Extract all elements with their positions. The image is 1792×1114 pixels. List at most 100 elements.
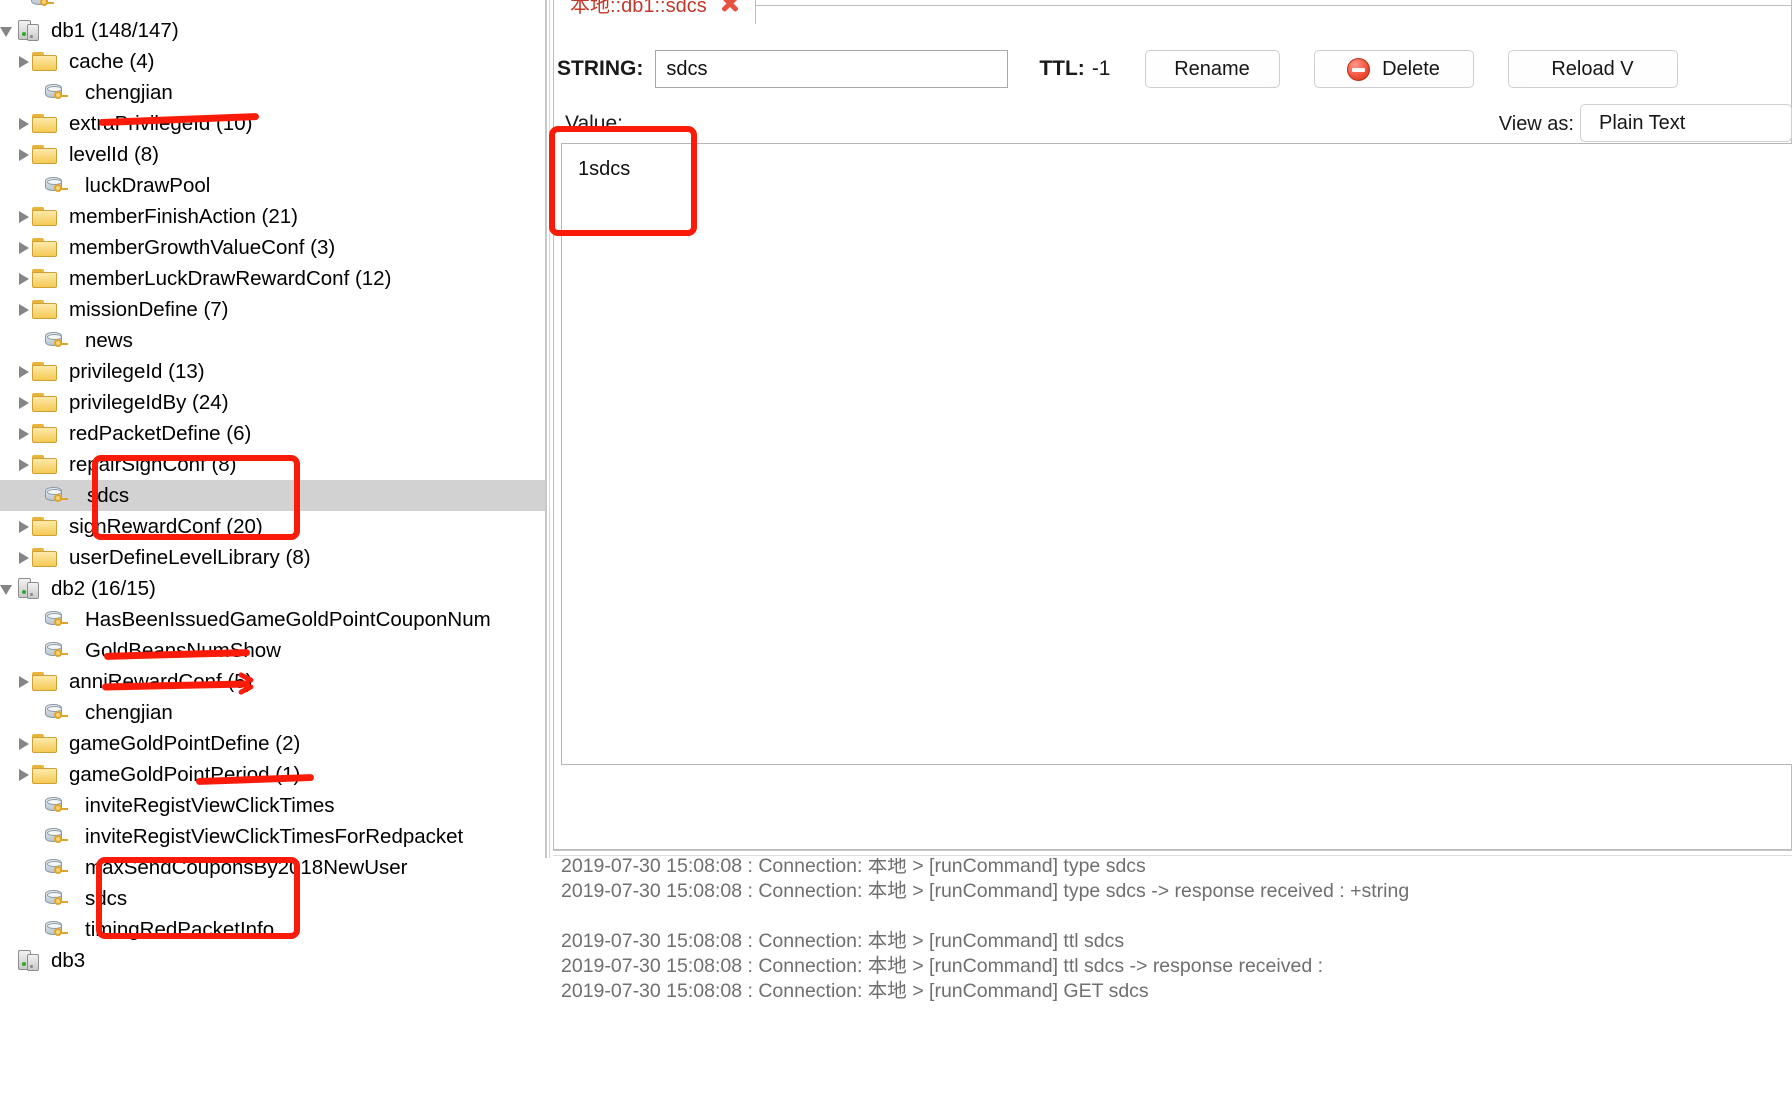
chevron-down-icon[interactable] <box>0 581 16 597</box>
tree-row[interactable]: memberGrowthValueConf (3) <box>0 232 545 263</box>
tree-row[interactable]: memberLuckDrawRewardConf (12) <box>0 263 545 294</box>
folder-icon <box>32 392 60 414</box>
tree-item-label: timingRedPacketInfo <box>85 917 275 941</box>
folder-icon <box>32 547 60 569</box>
tree-item-label: sdcs <box>87 483 130 507</box>
tree-row-selected-sdcs[interactable]: sdcs <box>0 480 545 511</box>
tree-row[interactable]: news <box>0 325 545 356</box>
tree-item-label: chengjian <box>85 80 173 104</box>
reload-value-button[interactable]: Reload V <box>1507 50 1678 88</box>
tree-row[interactable]: sdcs <box>0 883 545 914</box>
key-value-icon <box>44 888 72 910</box>
tree-row[interactable]: userDefineLevelLibrary (8) <box>0 542 545 573</box>
tree-item-label: redPacketDefine (6) <box>69 421 252 445</box>
tree-row[interactable]: extraPrivilegeId (10) <box>0 108 545 139</box>
key-value-icon <box>44 702 72 724</box>
tree-item-label: luckDrawPool <box>85 173 211 197</box>
key-value-icon <box>44 795 72 817</box>
key-value-icon <box>30 0 58 11</box>
folder-icon <box>32 206 60 228</box>
tree-item-label: inviteRegistViewClickTimesForRedpacket <box>85 824 464 848</box>
tree-row[interactable]: repairSignConf (8) <box>0 449 545 480</box>
value-label: Value: <box>565 112 623 135</box>
chevron-right-icon[interactable] <box>16 767 32 783</box>
tree-row-db1[interactable]: db1 (148/147) <box>0 15 545 46</box>
chevron-right-icon[interactable] <box>16 240 32 256</box>
tree-item-label: memberFinishAction (21) <box>69 204 298 228</box>
tree-row[interactable]: cache (4) <box>0 46 545 77</box>
key-value-icon <box>44 609 72 631</box>
tree-item-label: db3 <box>51 948 86 972</box>
tree-row[interactable]: gameGoldPointPeriod (1) <box>0 759 545 790</box>
view-as-selected-value: Plain Text <box>1599 111 1686 134</box>
log-divider-top <box>553 850 1792 851</box>
deny-circle-icon <box>1347 57 1371 81</box>
console-log-panel[interactable]: 2019-07-30 15:08:08 : Connection: 本地 > [… <box>545 858 1792 1114</box>
rename-button[interactable]: Rename <box>1144 50 1280 88</box>
delete-button[interactable]: Delete <box>1313 50 1474 88</box>
folder-icon <box>32 144 60 166</box>
folder-icon <box>32 361 60 383</box>
key-value-icon <box>44 175 72 197</box>
tree-row[interactable]: privilegeId (13) <box>0 356 545 387</box>
key-name-input[interactable] <box>655 50 1009 88</box>
key-value-icon <box>44 640 72 662</box>
tree-row-db3[interactable]: db3 <box>0 945 545 976</box>
tree-item-label: memberGrowthValueConf (3) <box>69 235 336 259</box>
tree-row-db2[interactable]: db2 (16/15) <box>0 573 545 604</box>
tree-row[interactable]: redPacketDefine (6) <box>0 418 545 449</box>
tree-row[interactable]: chengjian <box>0 697 545 728</box>
chevron-right-icon[interactable] <box>16 364 32 380</box>
tree-row[interactable]: gameGoldPointDefine (2) <box>0 728 545 759</box>
tree-row[interactable]: privilegeIdBy (24) <box>0 387 545 418</box>
chevron-right-icon[interactable] <box>16 147 32 163</box>
reload-value-button-label: Reload V <box>1551 57 1634 80</box>
folder-icon <box>32 299 60 321</box>
database-tree-panel[interactable]: db1 (148/147) cache (4) chengjian extraP… <box>0 0 545 1114</box>
tree-item-label: sdcs <box>85 886 128 910</box>
tree-item-label: gameGoldPointDefine (2) <box>69 731 301 755</box>
tree-row[interactable]: inviteRegistViewClickTimes <box>0 790 545 821</box>
chevron-right-icon[interactable] <box>16 395 32 411</box>
tree-item-label: cache (4) <box>69 49 155 73</box>
chevron-right-icon[interactable] <box>16 519 32 535</box>
log-line: 2019-07-30 15:08:08 : Connection: 本地 > [… <box>561 880 1410 902</box>
tab-strip-rule <box>747 5 1792 6</box>
close-x-icon[interactable] <box>719 0 741 14</box>
value-textarea[interactable]: 1sdcs <box>561 143 1792 765</box>
tree-item-label: gameGoldPointPeriod (1) <box>69 762 301 786</box>
log-divider-bottom <box>553 855 1792 856</box>
chevron-right-icon[interactable] <box>16 54 32 70</box>
key-value-icon <box>44 919 72 941</box>
chevron-right-icon[interactable] <box>16 674 32 690</box>
tree-item-label: privilegeIdBy (24) <box>69 390 229 414</box>
tree-item-label: userDefineLevelLibrary (8) <box>69 545 311 569</box>
folder-icon <box>32 733 60 755</box>
tree-row[interactable]: luckDrawPool <box>0 170 545 201</box>
folder-icon <box>32 51 60 73</box>
tree-row[interactable]: missionDefine (7) <box>0 294 545 325</box>
chevron-right-icon[interactable] <box>16 550 32 566</box>
chevron-right-icon[interactable] <box>16 271 32 287</box>
tree-row[interactable]: chengjian <box>0 77 545 108</box>
tree-row[interactable]: timingRedPacketInfo <box>0 914 545 945</box>
tree-row[interactable]: levelId (8) <box>0 139 545 170</box>
tree-row[interactable]: signRewardConf (20) <box>0 511 545 542</box>
chevron-right-icon[interactable] <box>16 426 32 442</box>
tree-row[interactable]: HasBeenIssuedGameGoldPointCouponNum <box>0 604 545 635</box>
chevron-right-icon[interactable] <box>16 457 32 473</box>
tree-row[interactable]: inviteRegistViewClickTimesForRedpacket <box>0 821 545 852</box>
chevron-right-icon[interactable] <box>16 736 32 752</box>
chevron-right-icon[interactable] <box>16 209 32 225</box>
tree-row[interactable]: memberFinishAction (21) <box>0 201 545 232</box>
tree-item-label: missionDefine (7) <box>69 297 229 321</box>
chevron-down-icon[interactable] <box>0 23 16 39</box>
view-as-select[interactable]: Plain Text <box>1580 104 1792 142</box>
tab-active-key[interactable]: 本地::db1::sdcs <box>553 0 756 24</box>
tree-row[interactable]: anniRewardConf (5) <box>0 666 545 697</box>
tree-row[interactable] <box>0 0 545 15</box>
chevron-right-icon[interactable] <box>16 116 32 132</box>
tree-row[interactable]: GoldBeansNumShow <box>0 635 545 666</box>
tree-row[interactable]: maxSendCouponsBy2018NewUser <box>0 852 545 883</box>
chevron-right-icon[interactable] <box>16 302 32 318</box>
